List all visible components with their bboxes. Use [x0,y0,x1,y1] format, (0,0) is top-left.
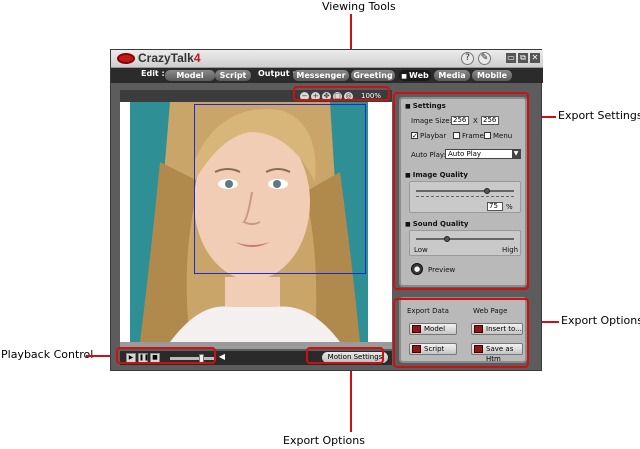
callout-playback-control: Playback Control [1,348,94,361]
callout-export-options-bottom: Export Options [283,434,365,447]
tab-model[interactable]: Model [165,70,215,81]
help-icon[interactable]: ? [461,52,474,65]
minimize-button[interactable]: ▭ [506,53,516,63]
callout-export-options-right: Export Options [561,314,640,327]
tab-messenger[interactable]: Messenger [293,70,349,81]
tools-icon[interactable]: ✎ [478,52,491,65]
highlight-playback-control [116,347,216,364]
close-button[interactable]: ✕ [530,53,540,63]
highlight-motion-settings [306,347,384,364]
edit-label: Edit : [141,69,165,78]
output-label: Output : [258,69,296,78]
tab-media[interactable]: Media [434,70,470,81]
tab-web[interactable]: Web [399,70,431,81]
highlight-export-options-right [393,298,529,368]
tab-mobile[interactable]: Mobile [472,70,512,81]
face-photo [130,102,368,342]
callout-line-export-options-bottom [350,364,352,432]
callout-export-settings: Export Settings [558,109,640,122]
tab-script[interactable]: Script [215,70,251,81]
mode-tab-row: Edit : Model Script Output : Messenger G… [111,68,543,83]
highlight-viewing-tools [293,86,390,101]
highlight-export-settings [393,92,529,290]
face-detection-box [194,104,366,274]
speaker-icon[interactable]: ◀ [217,353,227,363]
title-bar: CrazyTalk4 ? ✎ ▭ ⧉ ✕ [111,50,543,68]
preview-viewport[interactable] [120,102,392,342]
callout-viewing-tools: Viewing Tools [322,0,396,13]
restore-button[interactable]: ⧉ [518,53,528,63]
app-logo: CrazyTalk4 [138,51,201,65]
tab-greeting[interactable]: Greeting [351,70,395,81]
lips-logo-icon [117,53,135,64]
